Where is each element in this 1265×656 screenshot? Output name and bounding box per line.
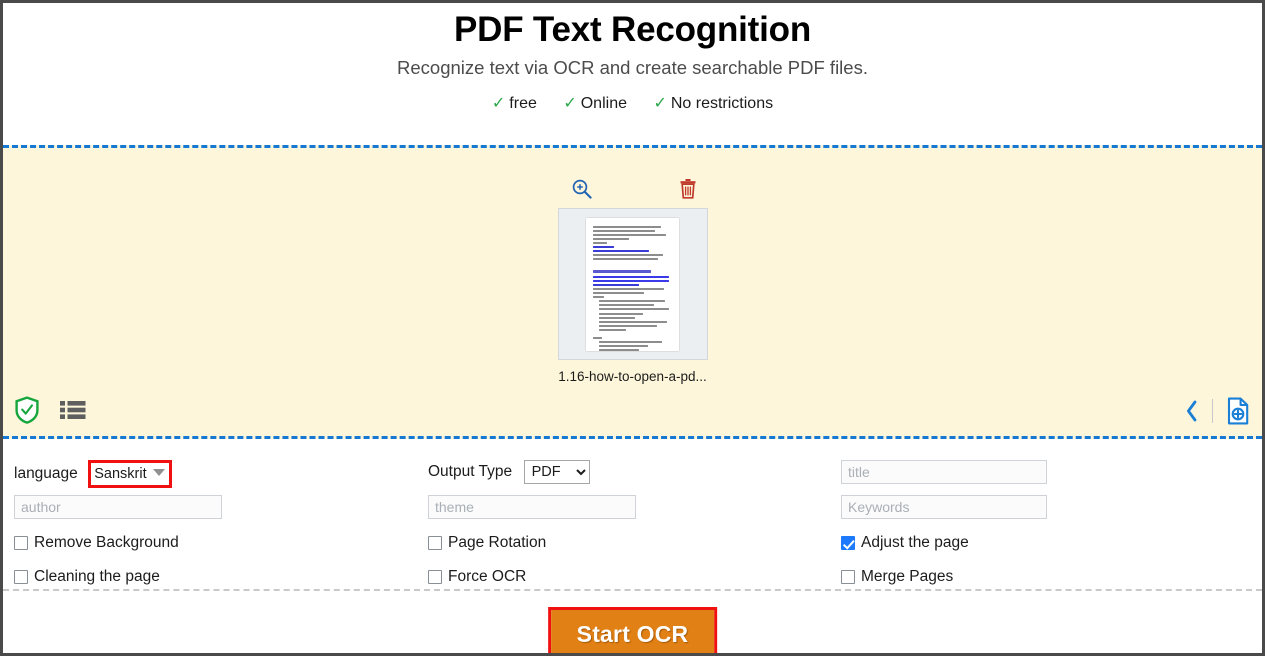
output-type-field: Output Type PDF bbox=[428, 460, 590, 484]
magnify-plus-icon[interactable] bbox=[571, 178, 593, 200]
keywords-input[interactable] bbox=[841, 495, 1047, 519]
file-dropzone[interactable]: 1.16-how-to-open-a-pd... bbox=[3, 145, 1262, 439]
check-icon: ✓ bbox=[491, 95, 506, 112]
feature-item-no-restrictions: ✓ No restrictions bbox=[653, 89, 773, 119]
checkbox-force-ocr[interactable]: Force OCR bbox=[428, 568, 526, 586]
checkbox-merge-pages[interactable]: Merge Pages bbox=[841, 568, 953, 586]
adjust-the-page-label[interactable]: Adjust the page bbox=[861, 534, 969, 552]
force-ocr-label[interactable]: Force OCR bbox=[448, 568, 526, 586]
cleaning-the-page-label[interactable]: Cleaning the page bbox=[34, 568, 160, 586]
trash-icon[interactable] bbox=[678, 178, 698, 200]
pdf-text-recognition-page: PDF Text Recognition Recognize text via … bbox=[0, 0, 1265, 656]
title-field bbox=[841, 460, 1047, 484]
chevron-left-icon[interactable] bbox=[1185, 399, 1199, 423]
language-label: language bbox=[14, 465, 78, 482]
feature-label: Online bbox=[580, 95, 627, 112]
remove-background-checkbox[interactable] bbox=[14, 536, 28, 550]
feature-list: ✓ free ✓ Online ✓ No restrictions bbox=[3, 83, 1262, 119]
output-type-select[interactable]: PDF bbox=[523, 460, 590, 484]
shield-check-icon[interactable] bbox=[14, 396, 40, 424]
page-rotation-checkbox[interactable] bbox=[428, 536, 442, 550]
language-field: language Sanskrit bbox=[14, 460, 173, 488]
checkbox-remove-background[interactable]: Remove Background bbox=[14, 534, 179, 552]
page-title: PDF Text Recognition bbox=[453, 10, 812, 49]
feature-item-online: ✓ Online bbox=[563, 89, 627, 119]
start-ocr-button[interactable]: Start OCR bbox=[550, 610, 715, 653]
dropzone-toolbar-left bbox=[14, 396, 86, 424]
file-name-label: 1.16-how-to-open-a-pd... bbox=[558, 369, 707, 384]
title-input[interactable] bbox=[841, 460, 1047, 484]
feature-item-free: ✓ free bbox=[492, 89, 537, 119]
feature-label: No restrictions bbox=[670, 95, 774, 112]
feature-label: free bbox=[509, 95, 537, 112]
theme-field bbox=[428, 495, 636, 519]
checkbox-cleaning-the-page[interactable]: Cleaning the page bbox=[14, 568, 160, 586]
list-icon[interactable] bbox=[60, 399, 86, 421]
checkbox-page-rotation[interactable]: Page Rotation bbox=[428, 534, 546, 552]
language-select-highlight: Sanskrit bbox=[88, 460, 173, 488]
adjust-the-page-checkbox[interactable] bbox=[841, 536, 855, 550]
keywords-field bbox=[841, 495, 1047, 519]
add-file-icon[interactable] bbox=[1226, 397, 1250, 425]
remove-background-label[interactable]: Remove Background bbox=[34, 534, 179, 552]
checkbox-adjust-the-page[interactable]: Adjust the page bbox=[841, 534, 969, 552]
dropzone-toolbar-right bbox=[1185, 397, 1250, 425]
merge-pages-checkbox[interactable] bbox=[841, 570, 855, 584]
force-ocr-checkbox[interactable] bbox=[428, 570, 442, 584]
author-field bbox=[14, 495, 222, 519]
cleaning-the-page-checkbox[interactable] bbox=[14, 570, 28, 584]
check-icon: ✓ bbox=[653, 95, 667, 112]
file-thumbnail[interactable] bbox=[557, 208, 708, 360]
merge-pages-label[interactable]: Merge Pages bbox=[861, 568, 953, 586]
file-tile-actions bbox=[557, 178, 709, 202]
start-ocr-highlight: Start OCR bbox=[547, 607, 718, 653]
document-preview bbox=[586, 217, 679, 351]
author-input[interactable] bbox=[14, 495, 222, 519]
language-select[interactable]: Sanskrit bbox=[91, 463, 154, 485]
chevron-down-icon bbox=[153, 468, 166, 476]
page-subtitle: Recognize text via OCR and create search… bbox=[397, 57, 868, 78]
file-tile[interactable]: 1.16-how-to-open-a-pd... bbox=[557, 178, 709, 384]
output-type-label: Output Type bbox=[428, 463, 513, 480]
check-icon: ✓ bbox=[563, 95, 577, 112]
options-panel: language Sanskrit Output Type PDF title … bbox=[3, 445, 1262, 591]
theme-input[interactable] bbox=[428, 495, 636, 519]
toolbar-divider bbox=[1212, 399, 1213, 423]
page-header: PDF Text Recognition Recognize text via … bbox=[3, 3, 1262, 119]
page-rotation-label[interactable]: Page Rotation bbox=[448, 534, 546, 552]
